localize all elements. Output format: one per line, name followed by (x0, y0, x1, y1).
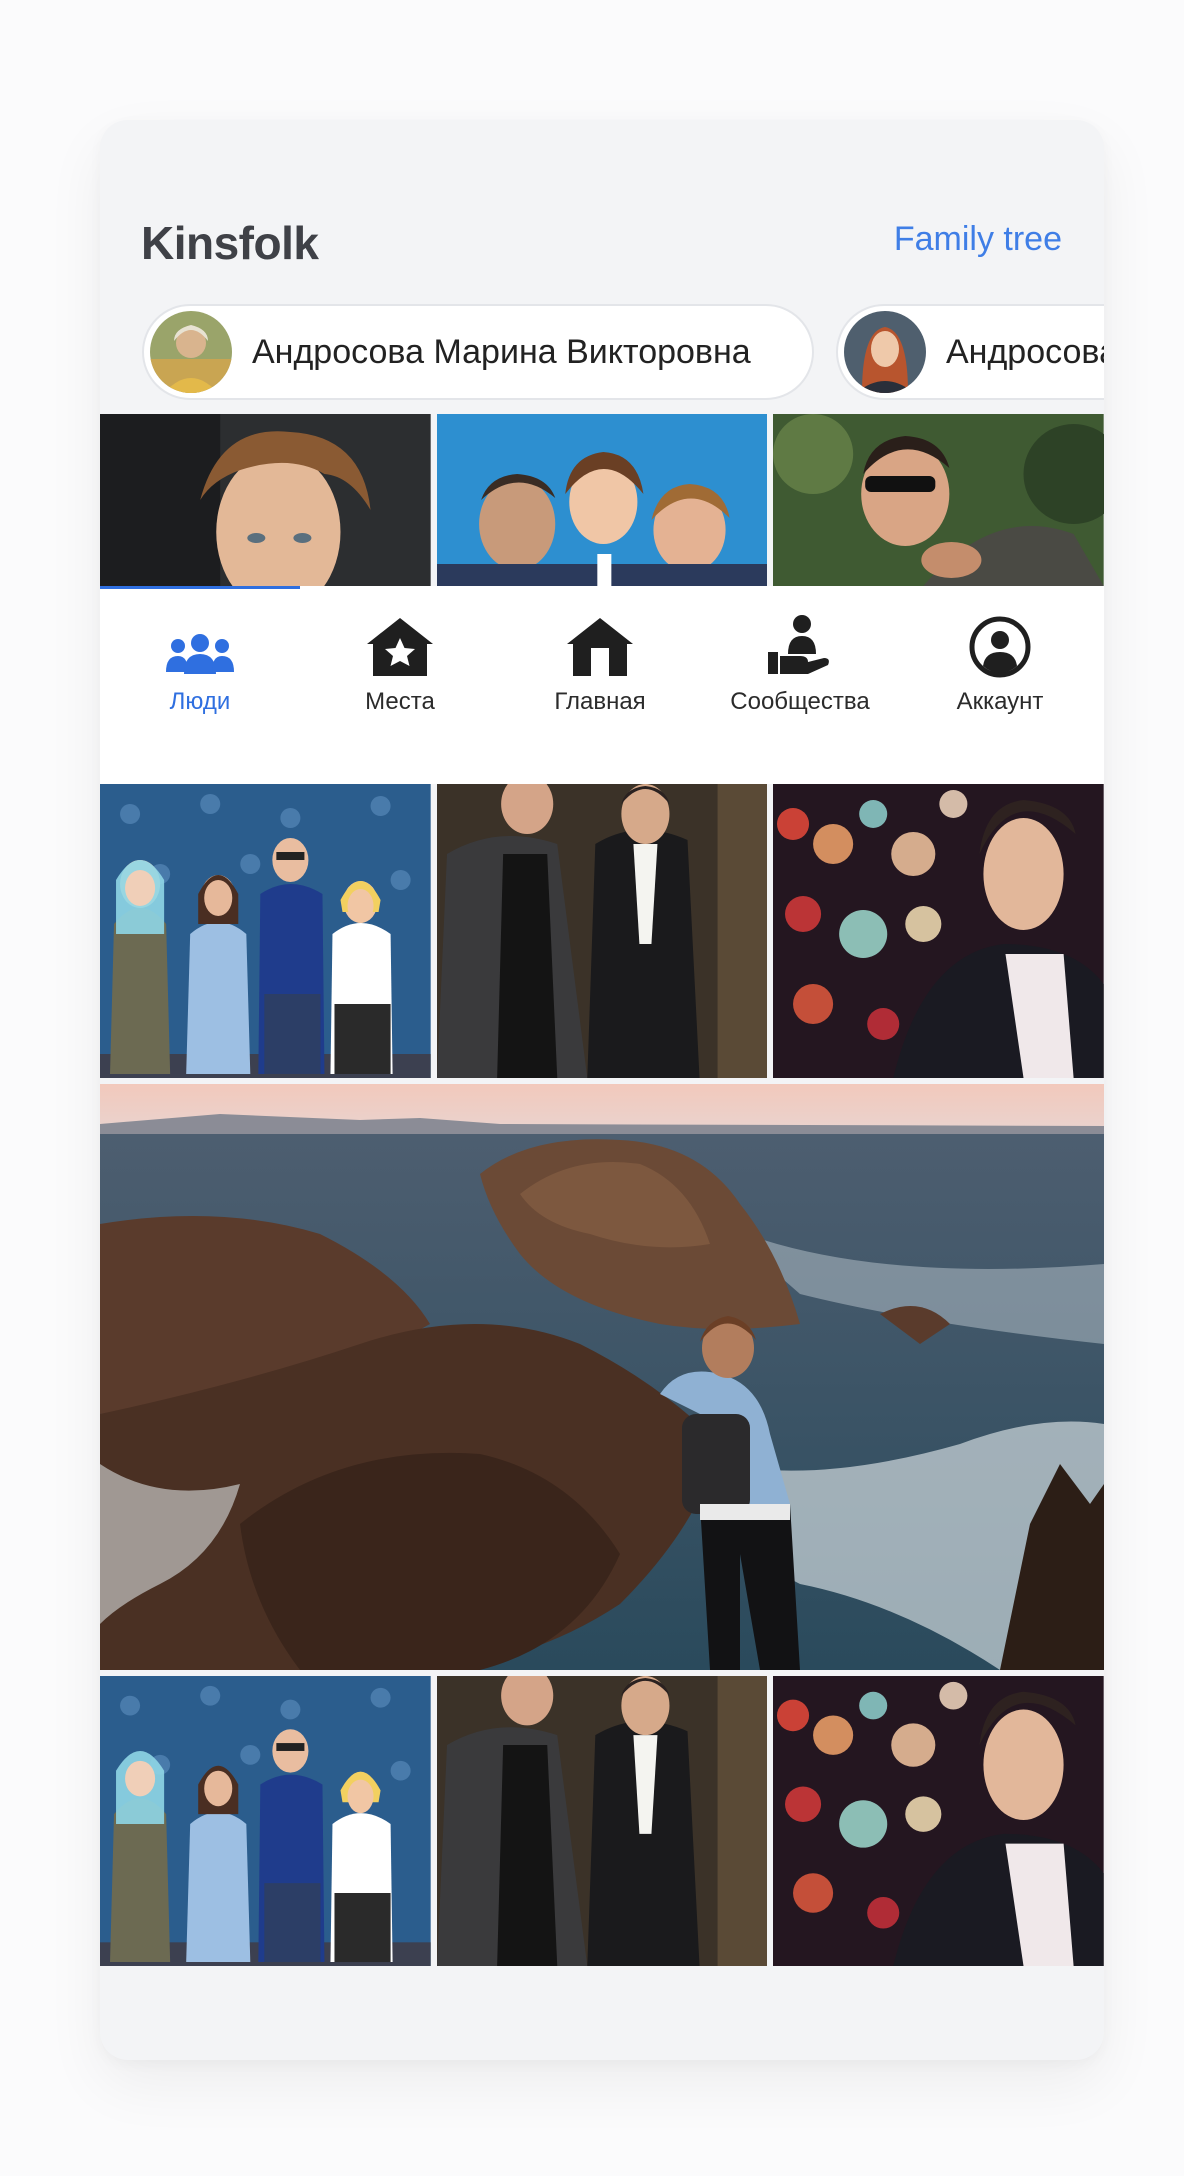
person-chip[interactable]: Андросова (836, 304, 1104, 400)
communities-icon (700, 612, 900, 678)
photo-tile[interactable] (773, 784, 1104, 1078)
app-screen: Kinsfolk Family tree Андросова Марина Ви… (100, 120, 1104, 2060)
app-title: Kinsfolk (141, 217, 319, 269)
tab-home[interactable]: Главная (500, 612, 700, 722)
photo-tile[interactable] (100, 1676, 431, 1966)
active-tab-indicator (100, 586, 300, 589)
account-icon (900, 612, 1100, 678)
people-icon (100, 612, 300, 678)
avatar (150, 311, 232, 393)
photo-tile[interactable] (436, 784, 768, 1078)
tab-label: Главная (554, 688, 646, 715)
person-name: Андросова (946, 332, 1104, 371)
tab-account[interactable]: Аккаунт (900, 612, 1100, 722)
photo-tile[interactable] (100, 784, 431, 1078)
tab-label: Люди (169, 688, 231, 715)
person-chip[interactable]: Андросова Марина Викторовна (142, 304, 814, 400)
photo-tile[interactable] (773, 1676, 1104, 1966)
photo-tile[interactable] (100, 414, 431, 586)
photo-row (100, 414, 1104, 586)
home-icon (500, 612, 700, 678)
photo-tile[interactable] (436, 1676, 768, 1966)
photo-tile[interactable] (436, 414, 768, 586)
header: Kinsfolk Family tree (100, 120, 1104, 290)
tab-communities[interactable]: Сообщества (700, 612, 900, 722)
family-tree-link[interactable]: Family tree (894, 220, 1062, 259)
bottom-tab-bar: Люди Места Главная Сообщества Аккаунт (100, 586, 1104, 784)
tab-label: Сообщества (730, 688, 870, 715)
tab-places[interactable]: Места (300, 612, 500, 722)
tab-label: Аккаунт (956, 688, 1044, 715)
tab-label: Места (365, 688, 435, 715)
avatar (844, 311, 926, 393)
photo-row (100, 1676, 1104, 1966)
photo-tile[interactable] (773, 414, 1104, 586)
photo-tile-large[interactable] (100, 1084, 1104, 1670)
person-name: Андросова Марина Викторовна (252, 332, 751, 371)
photo-row (100, 784, 1104, 1078)
places-icon (300, 612, 500, 678)
tab-people[interactable]: Люди (100, 612, 300, 722)
